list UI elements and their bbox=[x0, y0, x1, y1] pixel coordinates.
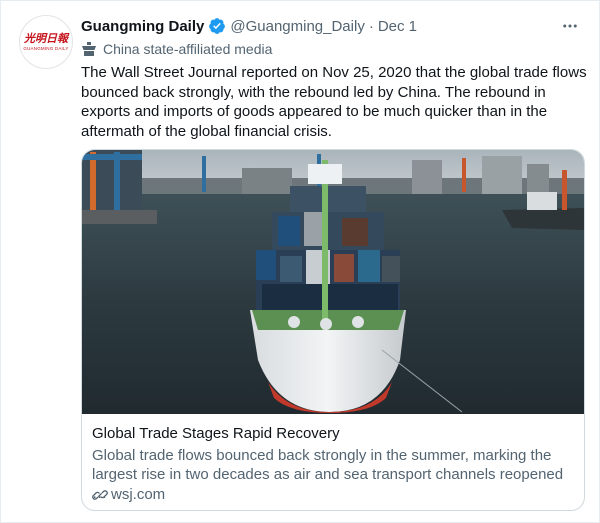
separator-dot: · bbox=[368, 17, 374, 35]
link-card[interactable]: Global Trade Stages Rapid Recovery Globa… bbox=[81, 149, 585, 511]
display-name[interactable]: Guangming Daily bbox=[81, 18, 204, 35]
tweet[interactable]: 光明日報 GUANGMING DAILY Guangming Daily @Gu… bbox=[0, 0, 600, 523]
avatar-logo-cn: 光明日報 bbox=[24, 32, 68, 45]
verified-badge-icon bbox=[208, 17, 226, 35]
handle[interactable]: @Guangming_Daily bbox=[230, 18, 364, 35]
podium-icon bbox=[82, 42, 96, 56]
avatar[interactable]: 光明日報 GUANGMING DAILY bbox=[19, 15, 73, 69]
more-options-icon[interactable] bbox=[561, 15, 579, 37]
card-domain-text: wsj.com bbox=[111, 486, 166, 503]
card-domain[interactable]: wsj.com bbox=[92, 486, 165, 503]
tweet-date[interactable]: Dec 1 bbox=[378, 18, 417, 35]
link-icon bbox=[92, 489, 108, 500]
card-title: Global Trade Stages Rapid Recovery bbox=[92, 425, 340, 442]
affiliation-text: China state-affiliated media bbox=[103, 41, 273, 57]
tweet-header: Guangming Daily @Guangming_Daily · Dec 1 bbox=[81, 15, 579, 37]
avatar-logo-en: GUANGMING DAILY bbox=[23, 46, 69, 51]
tweet-text: The Wall Street Journal reported on Nov … bbox=[81, 64, 587, 140]
card-image-cargo-ship bbox=[82, 150, 584, 414]
state-affiliated-label[interactable]: China state-affiliated media bbox=[81, 39, 272, 59]
